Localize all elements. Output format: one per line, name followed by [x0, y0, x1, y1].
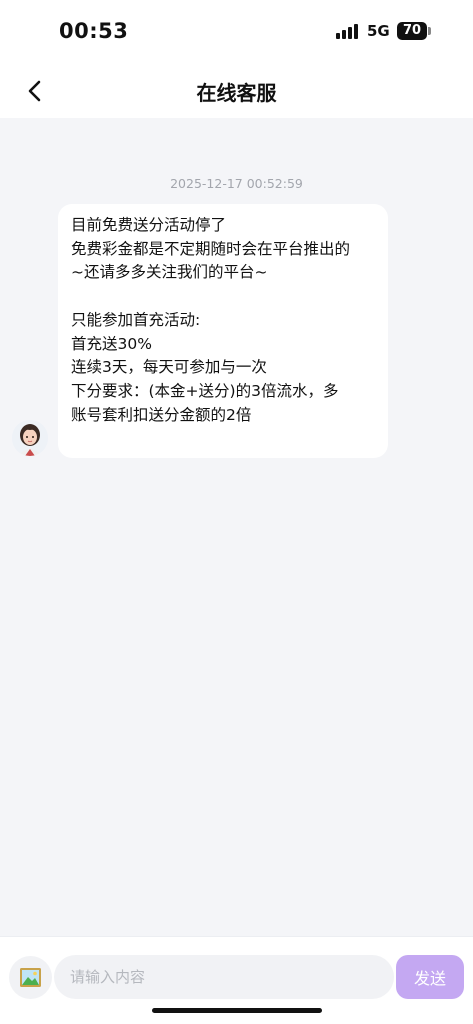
message-timestamp: 2025-12-17 00:52:59: [170, 176, 303, 191]
agent-avatar-icon: [12, 420, 48, 456]
battery-icon: 70: [397, 22, 427, 40]
battery-cap: [428, 27, 431, 35]
message-line: 目前免费送分活动停了: [71, 216, 227, 234]
message-input[interactable]: [54, 955, 394, 999]
message-line: ~还请多多关注我们的平台~: [71, 263, 268, 282]
battery-level: 70: [402, 23, 422, 38]
chat-area[interactable]: 2025-12-17 00:52:59 目前免费送分活动停了 免费彩金都是不定期…: [0, 118, 473, 936]
page-title: 在线客服: [196, 81, 277, 105]
message-bubble[interactable]: 目前免费送分活动停了 免费彩金都是不定期随时会在平台推出的 ~还请多多关注我们的…: [58, 204, 388, 458]
agent-avatar[interactable]: [12, 420, 48, 456]
message-line: 免费彩金都是不定期随时会在平台推出的: [71, 239, 351, 258]
message-line: 下分要求：(本金+送分)的3倍流水，多: [71, 381, 339, 400]
message-line: 连续3天，每天可参加与一次: [71, 358, 267, 377]
message-line: 账号套利扣送分金额的2倍: [71, 405, 252, 424]
nav-bar: 在线客服: [0, 62, 473, 118]
message-line: 只能参加首充活动:: [71, 310, 201, 329]
cellular-signal-icon: [336, 24, 360, 39]
image-picker-button[interactable]: [9, 956, 52, 999]
home-indicator: [152, 1008, 322, 1013]
status-time: 00:53: [59, 19, 129, 43]
network-type: 5G: [367, 22, 390, 40]
send-button[interactable]: 发送: [396, 955, 464, 999]
status-bar: 00:53 5G 70: [0, 0, 473, 62]
image-picker-icon: [20, 968, 41, 987]
message-line: 首充送30%: [71, 334, 152, 353]
